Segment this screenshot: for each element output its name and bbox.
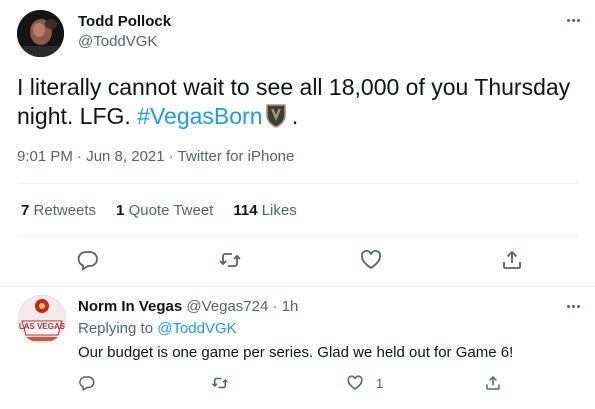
reply-icon — [79, 376, 95, 392]
author-handle[interactable]: @ToddVGK — [78, 33, 157, 50]
likes-stat[interactable]: 114 Likes — [233, 202, 296, 219]
likes-label: Likes — [261, 202, 297, 219]
replying-to-label: Replying to — [78, 320, 154, 337]
share-button[interactable] — [500, 248, 524, 272]
share-icon — [486, 375, 500, 390]
main-tweet: Todd Pollock @ToddVGK I literally cannot… — [0, 0, 595, 287]
more-button[interactable] — [562, 10, 584, 30]
retweet-button[interactable] — [218, 248, 242, 272]
likes-count: 114 — [233, 202, 258, 219]
quotes-count: 1 — [116, 202, 125, 219]
tweet-stats: 7 Retweets 1 Quote Tweet 114 Likes — [21, 202, 317, 219]
separator-dot: · — [272, 298, 278, 315]
share-icon — [503, 250, 521, 269]
reply-reply-button[interactable] — [78, 373, 96, 393]
heart-icon — [361, 250, 381, 270]
retweets-stat[interactable]: 7 Retweets — [21, 202, 96, 219]
quotes-label: Quote Tweet — [128, 202, 214, 219]
reply-like-button[interactable]: 1 — [346, 373, 383, 393]
tweet-actions — [0, 248, 595, 272]
divider — [0, 286, 595, 287]
tweet-meta[interactable]: 9:01 PM · Jun 8, 2021 · Twitter for iPho… — [17, 148, 294, 165]
retweet-icon — [219, 253, 241, 267]
divider — [17, 183, 579, 184]
reply-time[interactable]: 1h — [282, 298, 299, 315]
reply-header: Norm In Vegas @Vegas724 · 1h — [78, 298, 298, 315]
reply-author-handle[interactable]: @Vegas724 — [186, 298, 268, 315]
more-icon — [562, 296, 584, 316]
more-icon — [562, 10, 584, 30]
like-button[interactable] — [359, 248, 383, 272]
hashtag-link[interactable]: #VegasBorn — [137, 103, 262, 129]
tweet-text: I literally cannot wait to see all 18,00… — [17, 73, 587, 135]
reply-like-count: 1 — [376, 375, 384, 391]
reply-icon — [77, 251, 98, 271]
vgk-shield-emoji — [265, 104, 286, 135]
quotes-stat[interactable]: 1 Quote Tweet — [116, 202, 213, 219]
retweets-label: Retweets — [33, 202, 97, 219]
heart-icon — [347, 375, 363, 390]
replying-to-handle[interactable]: @ToddVGK — [157, 320, 236, 337]
reply-text: Our budget is one game per series. Glad … — [78, 344, 514, 361]
reply-tweet[interactable]: LAS VEGAS Norm In Vegas @Vegas724 · 1h R… — [0, 288, 595, 409]
reply-author-name[interactable]: Norm In Vegas — [78, 298, 182, 315]
reply-retweet-button[interactable] — [211, 373, 229, 393]
replying-to: Replying to @ToddVGK — [78, 320, 237, 337]
retweet-icon — [211, 377, 229, 389]
reply-avatar-text: LAS VEGAS — [19, 322, 66, 331]
author-name[interactable]: Todd Pollock — [78, 13, 171, 30]
reply-avatar[interactable]: LAS VEGAS — [18, 295, 66, 343]
author-avatar[interactable] — [17, 10, 64, 57]
reply-actions: 1 — [0, 373, 595, 393]
tweet-text-end: . — [285, 103, 299, 129]
reply-button[interactable] — [76, 248, 100, 272]
retweets-count: 7 — [21, 202, 30, 219]
reply-share-button[interactable] — [484, 373, 502, 393]
reply-more-button[interactable] — [562, 296, 584, 316]
divider — [17, 236, 579, 237]
